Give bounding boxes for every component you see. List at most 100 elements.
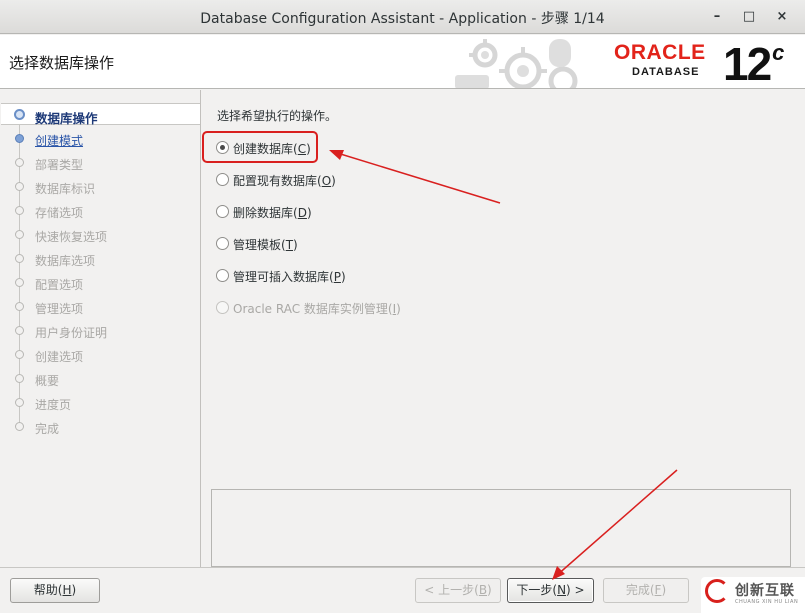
option-text: Oracle RAC 数据库实例管理( [233, 302, 393, 316]
option-suffix: ) [306, 206, 312, 220]
help-mnemonic: H [62, 583, 72, 597]
version-suffix: c [772, 39, 784, 65]
help-button[interactable]: 帮助(H) [10, 578, 100, 603]
step-dot-icon [15, 326, 24, 335]
radio-button [216, 301, 229, 314]
option-suffix: ) [331, 174, 336, 188]
option-mnemonic: P [333, 270, 341, 284]
close-button[interactable]: × [773, 8, 791, 26]
nav-item-label: 数据库选项 [35, 254, 96, 268]
operation-option[interactable]: 配置现有数据库(O) [216, 170, 476, 190]
step-dot-icon [15, 158, 24, 167]
nav-item-label: 存储选项 [35, 206, 84, 220]
step-dot-icon [15, 134, 24, 143]
nav-item-label: 概要 [35, 374, 60, 388]
radio-button[interactable] [216, 173, 229, 186]
option-text: 删除数据库( [233, 206, 298, 220]
nav-item: 存储选项 [1, 200, 200, 222]
watermark-text: 创新互联 [735, 583, 795, 599]
nav-item: 管理选项 [1, 296, 200, 318]
operation-option[interactable]: 创建数据库(C) [216, 138, 476, 158]
nav-item-label: 配置选项 [35, 278, 84, 292]
back-button[interactable]: < 上一步(B) [415, 578, 501, 603]
nav-item: 概要 [1, 368, 200, 390]
nav-item-label: 用户身份证明 [35, 326, 108, 340]
operation-option[interactable]: 管理模板(T) [216, 234, 476, 254]
oracle-logo: ORACLE DATABASE [614, 41, 722, 78]
oracle-brand: ORACLE [614, 41, 706, 64]
option-suffix: ) [396, 302, 401, 316]
watermark-ring-icon [705, 579, 729, 603]
nav-item-label: 部署类型 [35, 158, 84, 172]
step-header: 选择数据库操作 ORACLE DATABASE 12c [0, 35, 805, 89]
option-label: 管理模板(T) [233, 236, 298, 253]
version-number: 12 [723, 38, 772, 89]
minimize-button[interactable]: – [708, 8, 726, 26]
window-title: Database Configuration Assistant - Appli… [200, 11, 605, 27]
operation-option[interactable]: 删除数据库(D) [216, 202, 476, 222]
nav-item: 进度页 [1, 392, 200, 414]
option-mnemonic: T [285, 238, 294, 252]
operation-option: Oracle RAC 数据库实例管理(I) [216, 298, 476, 318]
nav-item: 数据库选项 [1, 248, 200, 270]
option-mnemonic: O [321, 174, 332, 188]
option-label: 创建数据库(C) [233, 140, 311, 157]
nav-item-label: 快速恢复选项 [35, 230, 108, 244]
step-dot-icon [15, 398, 24, 407]
watermark-logo: 创新互联 CHUANG XIN HU LIAN [701, 577, 805, 613]
nav-item-label: 管理选项 [35, 302, 84, 316]
step-dot-icon [15, 182, 24, 191]
message-area [211, 489, 791, 567]
back-mnemonic: B [478, 583, 488, 597]
option-text: 管理可插入数据库( [233, 270, 334, 284]
finish-button[interactable]: 完成(F) [603, 578, 689, 603]
operation-prompt: 选择希望执行的操作。 [217, 109, 338, 123]
next-label: 下一步( [516, 583, 558, 597]
option-suffix: ) [293, 238, 298, 252]
back-label: < 上一步( [424, 583, 479, 597]
step-dot-icon [14, 109, 25, 120]
radio-button[interactable] [216, 269, 229, 282]
option-label: 删除数据库(D) [233, 204, 312, 221]
nav-item: 完成 [1, 416, 200, 438]
nav-item: 数据库标识 [1, 176, 200, 198]
nav-item: 用户身份证明 [1, 320, 200, 342]
option-suffix: ) [340, 270, 346, 284]
nav-item-label: 完成 [35, 422, 60, 436]
step-dot-icon [15, 374, 24, 383]
nav-item: 部署类型 [1, 152, 200, 174]
next-mnemonic: N [557, 583, 567, 597]
nav-item[interactable]: 数据库操作 [1, 103, 200, 126]
watermark-subtext: CHUANG XIN HU LIAN [735, 599, 799, 605]
back-suffix: ) [487, 583, 492, 597]
radio-button[interactable] [216, 237, 229, 250]
option-label: 管理可插入数据库(P) [233, 268, 346, 285]
main-panel: 选择希望执行的操作。 创建数据库(C) 配置现有数据库(O) 删除数据库(D) 管理模… [202, 90, 804, 567]
step-dot-icon [15, 422, 24, 431]
operation-option[interactable]: 管理可插入数据库(P) [216, 266, 476, 286]
nav-item[interactable]: 创建模式 [1, 128, 200, 150]
help-label: 帮助( [33, 583, 63, 597]
radio-button[interactable] [216, 141, 229, 154]
window-titlebar[interactable]: Database Configuration Assistant - Appli… [0, 0, 805, 34]
nav-item: 创建选项 [1, 344, 200, 366]
option-label: 配置现有数据库(O) [233, 172, 336, 189]
maximize-button[interactable]: □ [740, 8, 758, 26]
option-mnemonic: C [297, 142, 307, 156]
nav-item-label: 创建选项 [35, 350, 84, 364]
button-bar: 帮助(H) < 上一步(B) 下一步(N) > 完成(F) [0, 567, 805, 613]
next-suffix: ) > [566, 583, 585, 597]
next-button[interactable]: 下一步(N) > [507, 578, 594, 603]
step-dot-icon [15, 254, 24, 263]
step-dot-icon [15, 350, 24, 359]
oracle-brand-sub: DATABASE [632, 66, 700, 78]
option-text: 配置现有数据库( [233, 174, 322, 188]
option-mnemonic: D [297, 206, 307, 220]
option-text: 管理模板( [233, 238, 286, 252]
nav-item-label: 创建模式 [35, 134, 84, 148]
nav-item-label: 进度页 [35, 398, 72, 412]
step-dot-icon [15, 278, 24, 287]
finish-suffix: ) [661, 583, 667, 597]
radio-button[interactable] [216, 205, 229, 218]
nav-item: 快速恢复选项 [1, 224, 200, 246]
